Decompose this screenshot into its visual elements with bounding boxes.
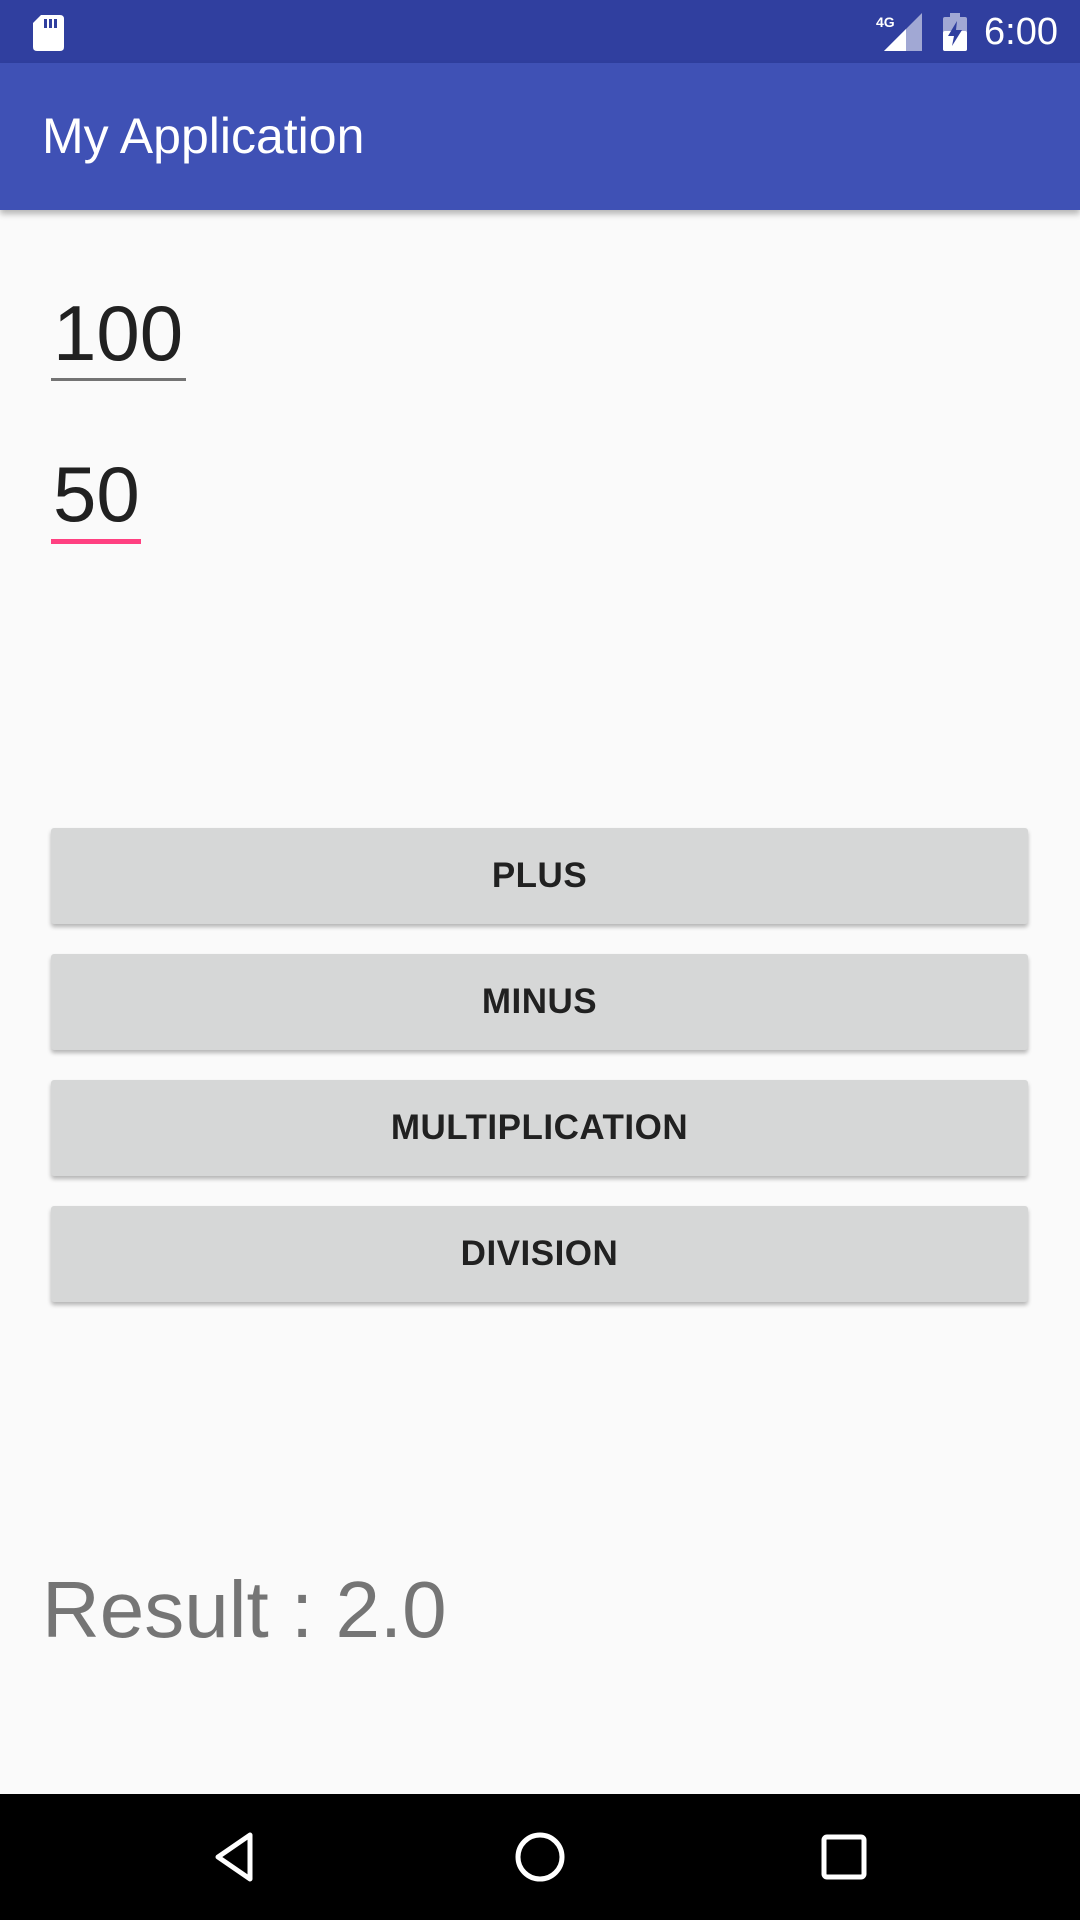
navigation-bar: [0, 1794, 1080, 1920]
screen: 4G 6:00 My Application 100 50 PLUS MINUS…: [0, 0, 1080, 1920]
multiplication-button[interactable]: MULTIPLICATION: [51, 1080, 1028, 1176]
recents-icon[interactable]: [814, 1827, 874, 1887]
network-label: 4G: [876, 14, 895, 30]
second-number-input[interactable]: 50: [51, 449, 141, 544]
first-number-input[interactable]: 100: [51, 288, 186, 381]
status-time: 6:00: [984, 11, 1058, 53]
back-icon[interactable]: [206, 1827, 266, 1887]
battery-charging-icon: [943, 13, 967, 51]
home-icon[interactable]: [510, 1827, 570, 1887]
app-title: My Application: [42, 108, 365, 164]
sd-card-icon: [33, 15, 64, 51]
status-bar: 4G 6:00: [0, 0, 1080, 63]
plus-button[interactable]: PLUS: [51, 828, 1028, 924]
app-bar: My Application: [0, 63, 1080, 210]
result-text: Result : 2.0: [42, 1565, 447, 1654]
signal-4g-icon: 4G: [876, 13, 922, 51]
division-button[interactable]: DIVISION: [51, 1206, 1028, 1302]
minus-button[interactable]: MINUS: [51, 954, 1028, 1050]
